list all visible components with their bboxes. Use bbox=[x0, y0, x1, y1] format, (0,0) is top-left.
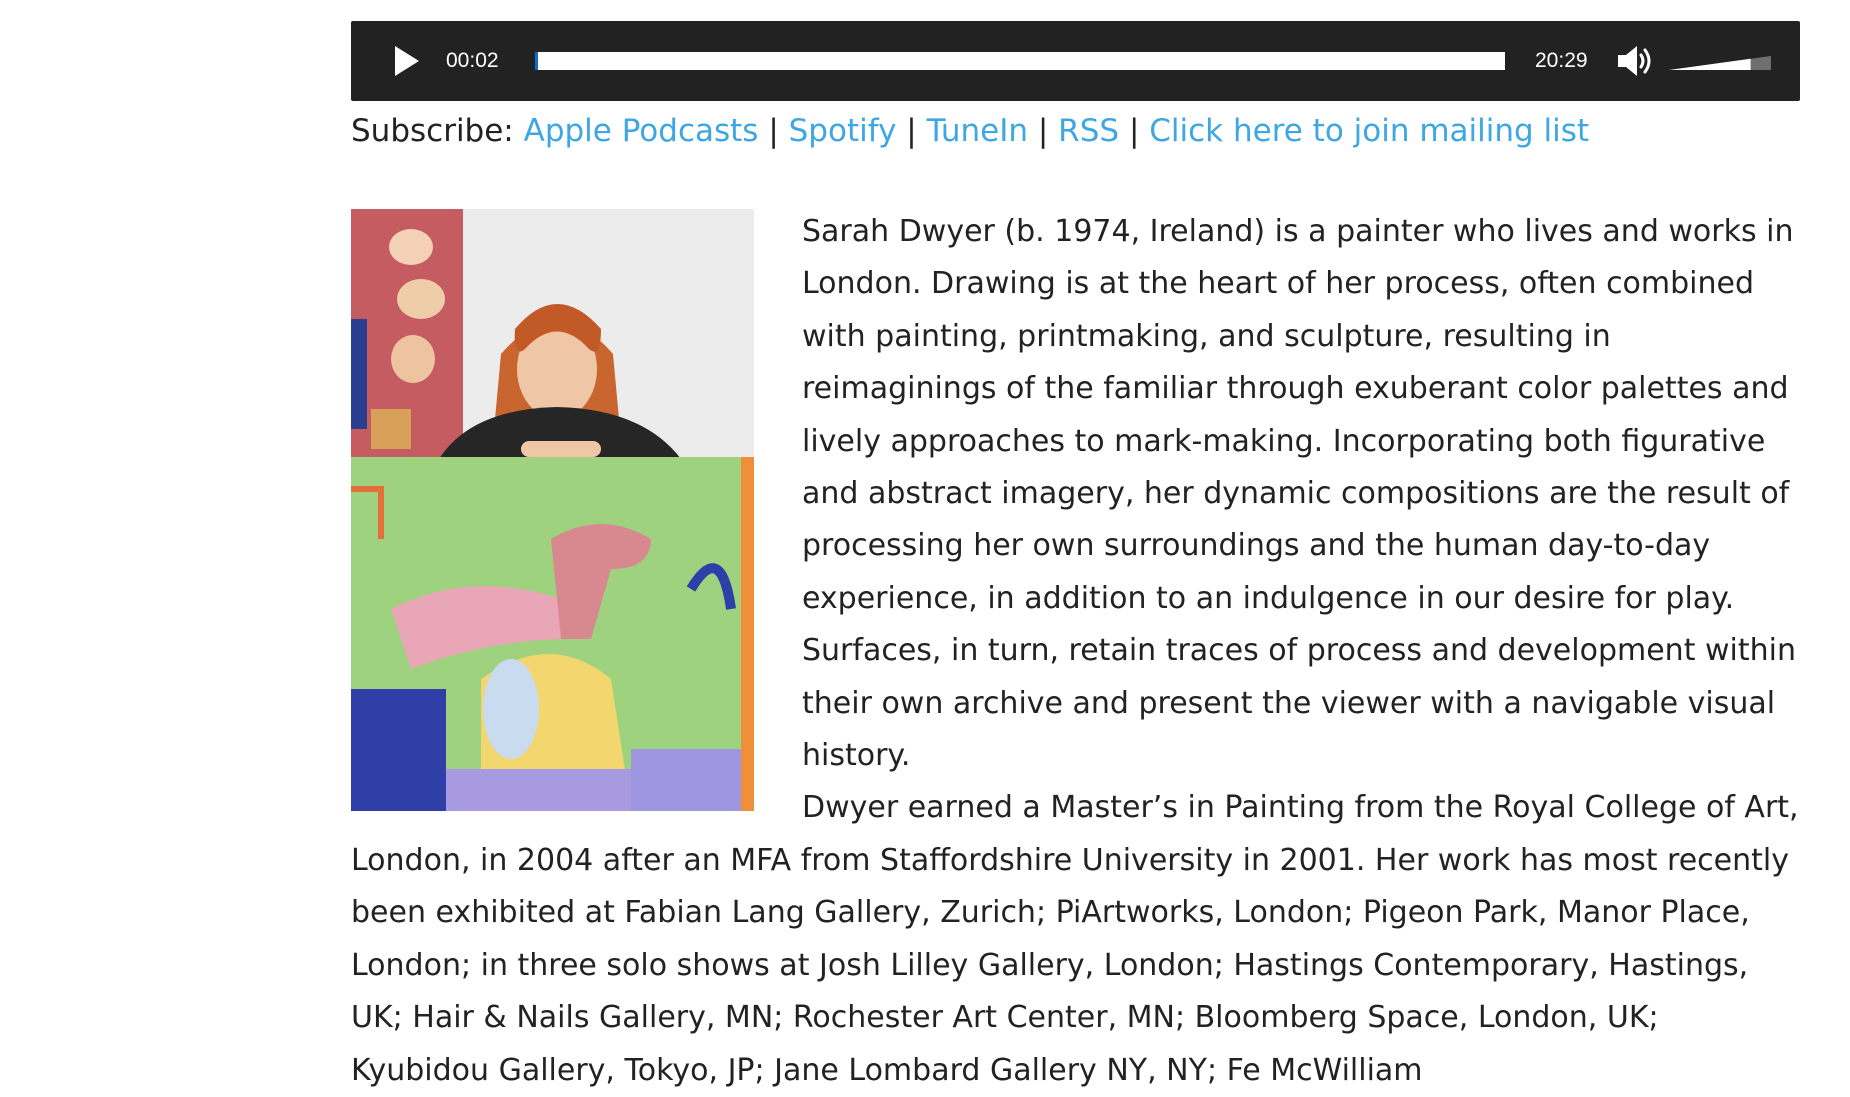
link-separator: | bbox=[1037, 113, 1049, 149]
progress-bar[interactable] bbox=[535, 52, 1505, 70]
total-time: 20:29 bbox=[1535, 49, 1588, 72]
link-separator: | bbox=[768, 113, 779, 149]
subscribe-label: Subscribe: bbox=[351, 113, 514, 149]
page-content: 00:02 20:29 Subscribe: Apple Podcasts | … bbox=[351, 21, 1800, 1097]
speaker-icon bbox=[1618, 46, 1651, 76]
volume-slider[interactable] bbox=[1669, 46, 1771, 76]
mailing-list-link[interactable]: Click here to join mailing list bbox=[1149, 113, 1589, 149]
link-separator: | bbox=[1128, 113, 1140, 149]
article-body: Sarah Dwyer (b. 1974, Ireland) is a pain… bbox=[351, 206, 1800, 1097]
progress-fill bbox=[535, 52, 538, 70]
play-button[interactable] bbox=[387, 43, 423, 79]
spotify-link[interactable]: Spotify bbox=[789, 113, 897, 149]
artist-photo bbox=[351, 209, 754, 811]
link-separator: | bbox=[906, 113, 917, 149]
apple-podcasts-link[interactable]: Apple Podcasts bbox=[524, 113, 759, 149]
audio-player: 00:02 20:29 bbox=[351, 21, 1800, 101]
current-time: 00:02 bbox=[446, 49, 499, 72]
mute-button[interactable] bbox=[1615, 41, 1655, 81]
play-icon bbox=[395, 46, 419, 76]
article-paragraph: Dwyer earned a Master’s in Painting from… bbox=[351, 790, 1799, 1088]
tunein-link[interactable]: TuneIn bbox=[927, 113, 1028, 149]
subscribe-bar: Subscribe: Apple Podcasts | Spotify | Tu… bbox=[351, 109, 1800, 153]
rss-link[interactable]: RSS bbox=[1058, 113, 1119, 149]
